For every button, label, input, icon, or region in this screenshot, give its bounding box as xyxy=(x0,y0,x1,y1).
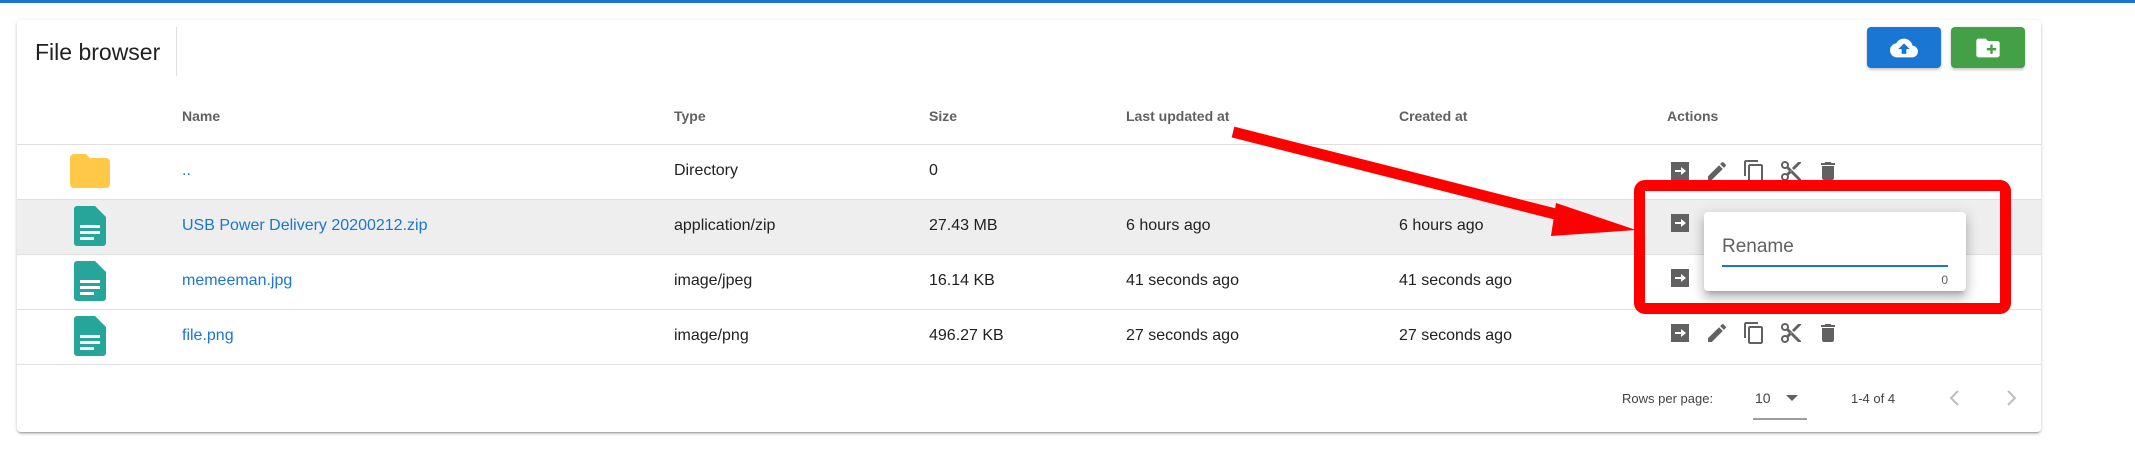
folder-icon xyxy=(70,154,110,188)
column-header-type[interactable]: Type xyxy=(674,108,706,124)
page-title: File browser xyxy=(35,39,161,65)
copy-icon[interactable] xyxy=(1741,320,1767,346)
rows-per-page-select[interactable]: 10 xyxy=(1755,391,1771,406)
open-icon[interactable] xyxy=(1667,320,1693,346)
file-icon xyxy=(74,316,106,356)
delete-icon[interactable] xyxy=(1815,158,1841,184)
file-name-link[interactable]: memeeman.jpg xyxy=(182,272,292,290)
column-header-size[interactable]: Size xyxy=(929,108,957,124)
column-header-updated[interactable]: Last updated at xyxy=(1126,108,1229,124)
file-size: 27.43 MB xyxy=(929,217,998,234)
column-header-name[interactable]: Name xyxy=(182,108,220,124)
rows-per-page-underline xyxy=(1753,418,1807,420)
open-icon[interactable] xyxy=(1667,210,1693,236)
file-name-link[interactable]: USB Power Delivery 20200212.zip xyxy=(182,217,427,235)
top-accent-bar xyxy=(0,0,2135,3)
open-icon[interactable] xyxy=(1667,158,1693,184)
file-icon xyxy=(74,261,106,301)
column-header-created[interactable]: Created at xyxy=(1399,108,1467,124)
column-header-actions: Actions xyxy=(1667,108,1719,124)
chevron-down-icon[interactable] xyxy=(1785,393,1799,403)
file-updated: 6 hours ago xyxy=(1126,217,1211,234)
file-name-link[interactable]: file.png xyxy=(182,327,234,345)
file-size: 496.27 KB xyxy=(929,327,1004,344)
pagination-range: 1-4 of 4 xyxy=(1851,391,1896,406)
rename-input[interactable]: Rename xyxy=(1722,236,1794,258)
new-folder-button[interactable] xyxy=(1951,27,2025,68)
delete-icon[interactable] xyxy=(1815,320,1841,346)
file-type: Directory xyxy=(674,162,739,179)
edit-icon[interactable] xyxy=(1704,158,1730,184)
open-icon[interactable] xyxy=(1667,265,1693,291)
chevron-right-icon[interactable] xyxy=(2002,388,2020,408)
file-created: 27 seconds ago xyxy=(1399,327,1512,344)
file-updated: 27 seconds ago xyxy=(1126,327,1239,344)
file-type: image/jpeg xyxy=(674,272,753,289)
rename-char-counter: 0 xyxy=(1941,273,1948,287)
file-icon xyxy=(74,206,106,246)
cut-icon[interactable] xyxy=(1778,320,1804,346)
file-updated: 41 seconds ago xyxy=(1126,272,1239,289)
cloud-upload-icon xyxy=(1890,38,1918,57)
file-size: 0 xyxy=(929,162,938,179)
edit-icon[interactable] xyxy=(1704,320,1730,346)
rename-popup: Rename 0 xyxy=(1704,212,1966,291)
row-divider xyxy=(17,364,2041,365)
cut-icon[interactable] xyxy=(1778,158,1804,184)
create-new-folder-icon xyxy=(1976,38,2000,57)
row-divider xyxy=(17,309,2041,310)
rows-per-page-label: Rows per page: xyxy=(1622,391,1714,406)
rename-input-underline xyxy=(1722,265,1948,267)
file-type: image/png xyxy=(674,327,749,344)
row-divider xyxy=(17,199,2041,200)
title-divider xyxy=(176,27,177,76)
upload-button[interactable] xyxy=(1867,27,1941,68)
copy-icon[interactable] xyxy=(1741,158,1767,184)
file-type: application/zip xyxy=(674,217,776,234)
header-divider xyxy=(17,144,2041,145)
file-created: 6 hours ago xyxy=(1399,217,1484,234)
chevron-left-icon[interactable] xyxy=(1946,388,1964,408)
file-created: 41 seconds ago xyxy=(1399,272,1512,289)
file-name-link[interactable]: .. xyxy=(182,162,191,180)
file-size: 16.14 KB xyxy=(929,272,995,289)
